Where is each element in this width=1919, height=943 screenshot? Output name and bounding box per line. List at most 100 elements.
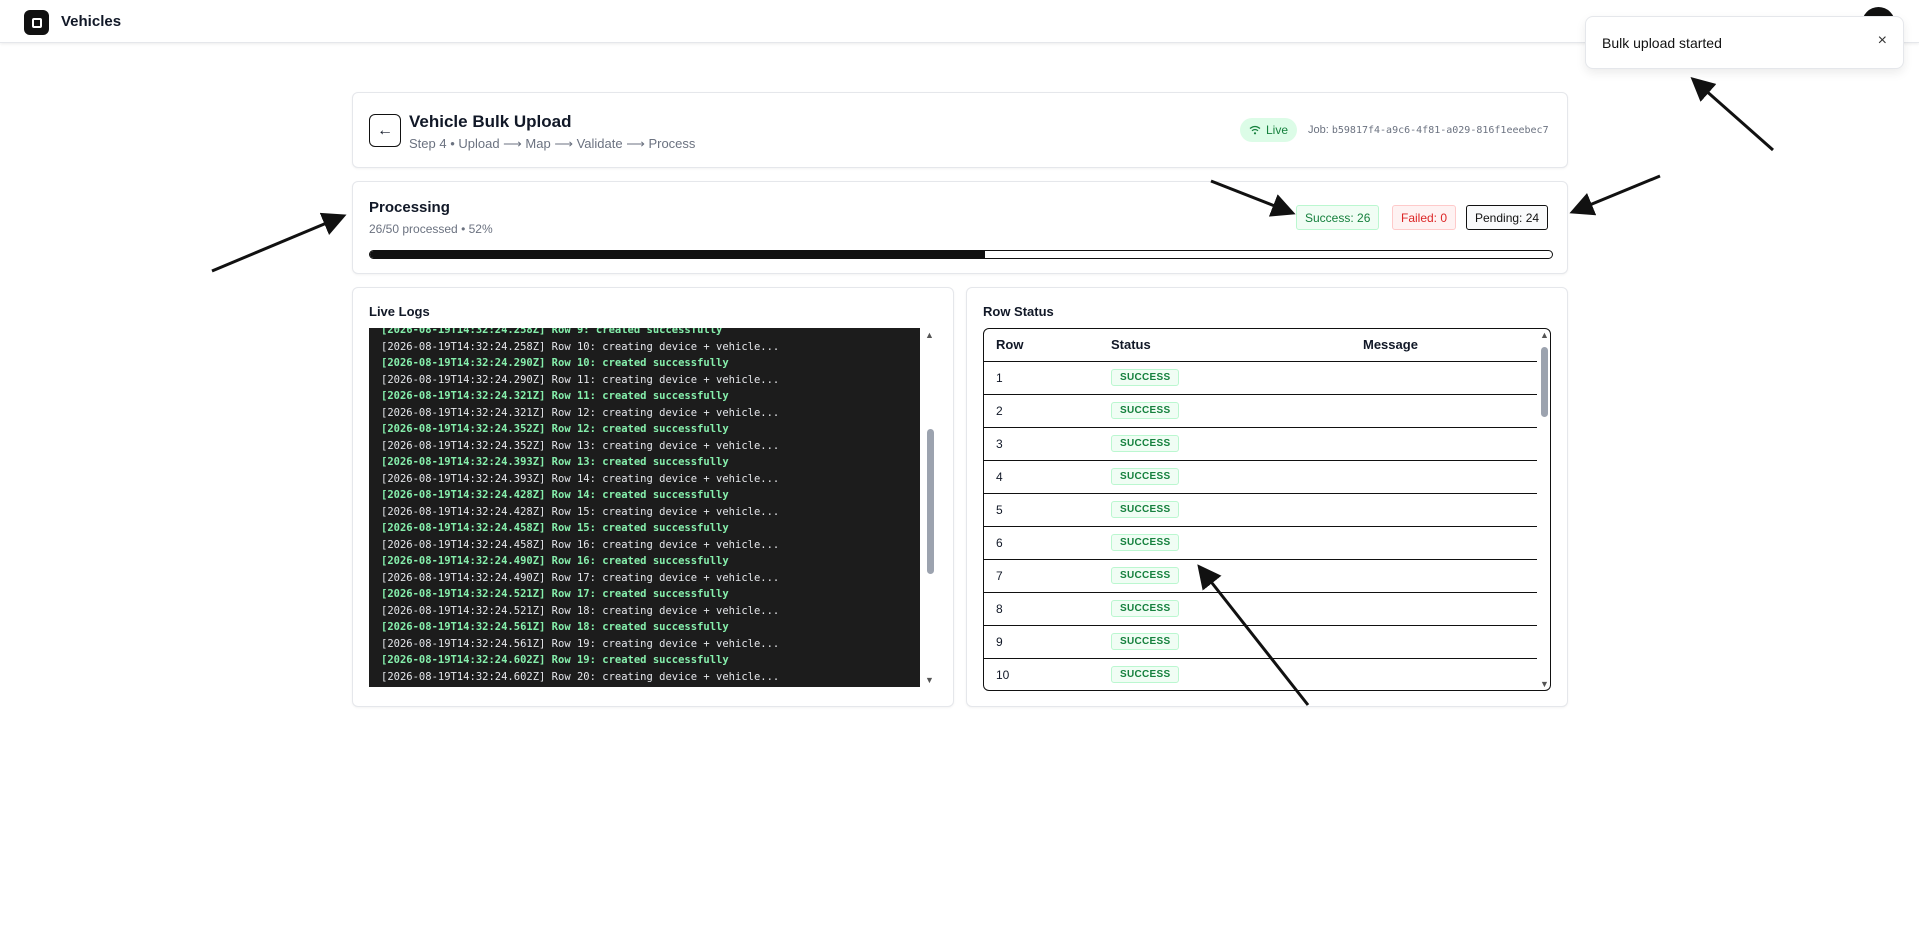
step-breadcrumb: Step 4 • Upload ⟶ Map ⟶ Validate ⟶ Proce… bbox=[409, 136, 696, 151]
log-line: [2026-08-19T14:32:24.428Z] Row 14: creat… bbox=[381, 489, 729, 501]
processing-card: Processing 26/50 processed • 52% Success… bbox=[352, 181, 1568, 274]
log-line: [2026-08-19T14:32:24.490Z] Row 16: creat… bbox=[381, 555, 729, 567]
log-line: [2026-08-19T14:32:24.258Z] Row 9: create… bbox=[381, 328, 723, 336]
row-number: 7 bbox=[984, 559, 1099, 593]
failed-count-badge: Failed: 0 bbox=[1392, 205, 1457, 230]
row-message bbox=[1351, 592, 1537, 626]
log-line: [2026-08-19T14:32:24.352Z] Row 12: creat… bbox=[381, 423, 729, 435]
log-line: [2026-08-19T14:32:24.521Z] Row 18: creat… bbox=[381, 604, 780, 617]
log-line: [2026-08-19T14:32:24.561Z] Row 18: creat… bbox=[381, 621, 729, 633]
log-line: [2026-08-19T14:32:24.290Z] Row 10: creat… bbox=[381, 357, 729, 369]
table-row: 9 SUCCESS bbox=[984, 625, 1537, 659]
scroll-up-icon[interactable]: ▲ bbox=[925, 330, 934, 340]
table-row: 5 SUCCESS bbox=[984, 493, 1537, 527]
row-status-cell: SUCCESS bbox=[1099, 559, 1351, 593]
table-row: 2 SUCCESS bbox=[984, 394, 1537, 428]
log-line: [2026-08-19T14:32:24.561Z] Row 19: creat… bbox=[381, 637, 780, 650]
row-status-cell: SUCCESS bbox=[1099, 526, 1351, 560]
close-icon[interactable]: × bbox=[1878, 32, 1887, 50]
log-line: [2026-08-19T14:32:24.290Z] Row 11: creat… bbox=[381, 373, 780, 386]
live-label: Live bbox=[1266, 123, 1289, 137]
scroll-down-icon[interactable]: ▼ bbox=[1540, 679, 1549, 689]
log-console[interactable]: [2026-08-19T14:32:24.258Z] Row 9: create… bbox=[369, 328, 920, 687]
app-logo-icon[interactable] bbox=[24, 10, 49, 35]
success-count-badge: Success: 26 bbox=[1296, 205, 1380, 230]
row-number: 3 bbox=[984, 427, 1099, 461]
scroll-down-icon[interactable]: ▼ bbox=[925, 675, 934, 685]
job-id-text: Job: b59817f4-a9c6-4f81-a029-816f1eeebec… bbox=[1308, 124, 1549, 136]
column-header-row: Row bbox=[984, 329, 1099, 362]
status-badge: SUCCESS bbox=[1111, 567, 1180, 584]
row-number: 8 bbox=[984, 592, 1099, 626]
row-status-table: Row Status Message 1 SUCCESS 2 SUCCESS 3 SUCC… bbox=[984, 329, 1537, 690]
row-message bbox=[1351, 427, 1537, 461]
progress-fill bbox=[370, 251, 985, 258]
log-line: [2026-08-19T14:32:24.521Z] Row 17: creat… bbox=[381, 588, 729, 600]
pending-count-badge: Pending: 24 bbox=[1466, 205, 1549, 230]
row-number: 5 bbox=[984, 493, 1099, 527]
page-title: Vehicle Bulk Upload bbox=[409, 112, 572, 131]
progress-bar bbox=[369, 250, 1553, 259]
annotation-arrow bbox=[1569, 174, 1661, 216]
scroll-thumb[interactable] bbox=[927, 429, 934, 574]
log-line: [2026-08-19T14:32:24.602Z] Row 20: creat… bbox=[381, 670, 780, 683]
wifi-icon bbox=[1249, 125, 1261, 135]
table-row: 3 SUCCESS bbox=[984, 427, 1537, 461]
back-button[interactable]: ← bbox=[369, 114, 401, 147]
annotation-arrow bbox=[1690, 77, 1774, 152]
log-line: [2026-08-19T14:32:24.393Z] Row 13: creat… bbox=[381, 456, 729, 468]
log-line: [2026-08-19T14:32:24.428Z] Row 15: creat… bbox=[381, 505, 780, 518]
status-badge: SUCCESS bbox=[1111, 534, 1180, 551]
row-status-cell: SUCCESS bbox=[1099, 493, 1351, 527]
row-number: 6 bbox=[984, 526, 1099, 560]
row-status-title: Row Status bbox=[983, 304, 1054, 319]
log-scrollbar[interactable]: ▲ ▼ bbox=[924, 328, 936, 687]
row-status-card: Row Status Row Status Message 1 SUCCESS 2 S… bbox=[966, 287, 1568, 707]
status-badge: SUCCESS bbox=[1111, 600, 1180, 617]
row-status-cell: SUCCESS bbox=[1099, 658, 1351, 690]
log-line: [2026-08-19T14:32:24.458Z] Row 16: creat… bbox=[381, 538, 780, 551]
column-header-status: Status bbox=[1099, 329, 1351, 362]
job-id: b59817f4-a9c6-4f81-a029-816f1eeebec7 bbox=[1331, 125, 1549, 136]
row-message bbox=[1351, 394, 1537, 428]
row-number: 9 bbox=[984, 625, 1099, 659]
upload-header-card: ← Vehicle Bulk Upload Step 4 • Upload ⟶ … bbox=[352, 92, 1568, 168]
log-line: [2026-08-19T14:32:24.458Z] Row 15: creat… bbox=[381, 522, 729, 534]
row-number: 4 bbox=[984, 460, 1099, 494]
log-line: [2026-08-19T14:32:24.321Z] Row 11: creat… bbox=[381, 390, 729, 402]
row-message bbox=[1351, 361, 1537, 395]
toast-notification: Bulk upload started × bbox=[1585, 16, 1904, 69]
annotation-arrow bbox=[211, 212, 347, 273]
log-line: [2026-08-19T14:32:24.490Z] Row 17: creat… bbox=[381, 571, 780, 584]
live-logs-title: Live Logs bbox=[369, 304, 430, 319]
row-status-cell: SUCCESS bbox=[1099, 625, 1351, 659]
table-row: 8 SUCCESS bbox=[984, 592, 1537, 626]
status-badge: SUCCESS bbox=[1111, 468, 1180, 485]
row-message bbox=[1351, 559, 1537, 593]
live-status-badge: Live bbox=[1240, 118, 1298, 142]
table-scrollbar[interactable]: ▲ ▼ bbox=[1537, 329, 1550, 690]
table-row: 10 SUCCESS bbox=[984, 658, 1537, 690]
row-message bbox=[1351, 526, 1537, 560]
status-badge: SUCCESS bbox=[1111, 402, 1180, 419]
log-line: [2026-08-19T14:32:24.352Z] Row 13: creat… bbox=[381, 439, 780, 452]
status-badge: SUCCESS bbox=[1111, 435, 1180, 452]
row-number: 1 bbox=[984, 361, 1099, 395]
log-line: [2026-08-19T14:32:24.602Z] Row 19: creat… bbox=[381, 654, 729, 666]
toast-message: Bulk upload started bbox=[1602, 35, 1722, 51]
status-badge: SUCCESS bbox=[1111, 666, 1180, 683]
row-number: 10 bbox=[984, 658, 1099, 690]
log-line: [2026-08-19T14:32:24.393Z] Row 14: creat… bbox=[381, 472, 780, 485]
row-status-cell: SUCCESS bbox=[1099, 394, 1351, 428]
log-lines: [2026-08-19T14:32:24.258Z] Row 9: create… bbox=[381, 328, 779, 685]
log-line: [2026-08-19T14:32:24.321Z] Row 12: creat… bbox=[381, 406, 780, 419]
scroll-up-icon[interactable]: ▲ bbox=[1540, 330, 1549, 340]
table-row: 6 SUCCESS bbox=[984, 526, 1537, 560]
row-message bbox=[1351, 493, 1537, 527]
processing-summary: 26/50 processed • 52% bbox=[369, 222, 493, 236]
status-badge: SUCCESS bbox=[1111, 633, 1180, 650]
row-status-cell: SUCCESS bbox=[1099, 460, 1351, 494]
row-status-cell: SUCCESS bbox=[1099, 427, 1351, 461]
scroll-thumb[interactable] bbox=[1541, 347, 1548, 417]
row-status-cell: SUCCESS bbox=[1099, 592, 1351, 626]
